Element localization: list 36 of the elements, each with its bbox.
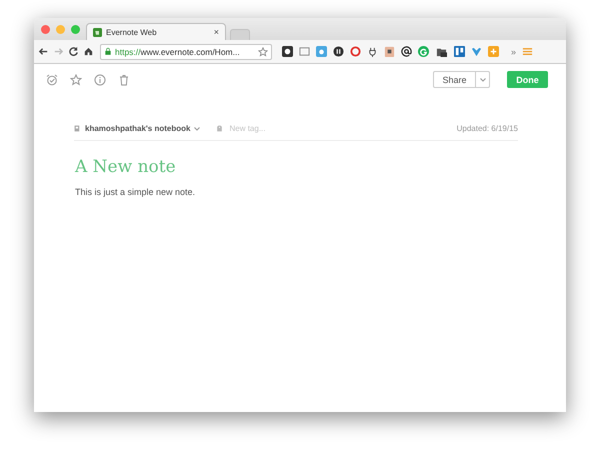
updated-date: Updated: 6/19/15 — [456, 124, 518, 133]
maximize-window-button[interactable] — [71, 25, 80, 34]
ring-icon[interactable] — [350, 46, 361, 57]
tag-icon — [216, 124, 224, 133]
board-icon[interactable] — [454, 46, 465, 57]
star-icon[interactable] — [70, 74, 82, 86]
info-icon[interactable] — [94, 74, 106, 86]
note-body[interactable]: This is just a simple new note. — [75, 187, 566, 197]
address-bar[interactable]: https://www.evernote.com/Hom... — [100, 44, 272, 60]
close-tab-button[interactable]: × — [214, 27, 219, 37]
trash-icon[interactable] — [118, 74, 130, 86]
reload-icon[interactable] — [68, 46, 79, 57]
caret-icon[interactable] — [194, 126, 200, 130]
camera-icon[interactable] — [316, 46, 327, 57]
overflow-chevron[interactable]: » — [511, 46, 516, 56]
share-menu-button[interactable] — [476, 71, 490, 88]
caret-icon — [480, 78, 486, 82]
circle-icon[interactable] — [418, 46, 429, 57]
notebook-icon — [74, 124, 81, 133]
plus-icon[interactable] — [488, 46, 499, 57]
lock-icon — [104, 47, 112, 56]
star-icon[interactable] — [258, 46, 268, 56]
at-sign-icon[interactable] — [401, 46, 412, 57]
close-window-button[interactable] — [41, 25, 50, 34]
browser-tab[interactable]: Evernote Web × — [86, 23, 226, 40]
alarm-clock-icon[interactable] — [46, 74, 58, 86]
plug-icon[interactable] — [367, 46, 378, 57]
notebook-name[interactable]: khamoshpathak's notebook — [85, 124, 190, 133]
home-icon[interactable] — [83, 46, 94, 57]
pause-icon[interactable] — [333, 46, 344, 57]
forward-icon[interactable] — [53, 46, 64, 57]
back-icon[interactable] — [38, 46, 49, 57]
url-text: https://www.evernote.com/Hom... — [115, 46, 241, 56]
folder-icon[interactable] — [435, 46, 448, 57]
share-button[interactable]: Share — [433, 71, 476, 88]
menu-icon[interactable] — [522, 46, 534, 57]
